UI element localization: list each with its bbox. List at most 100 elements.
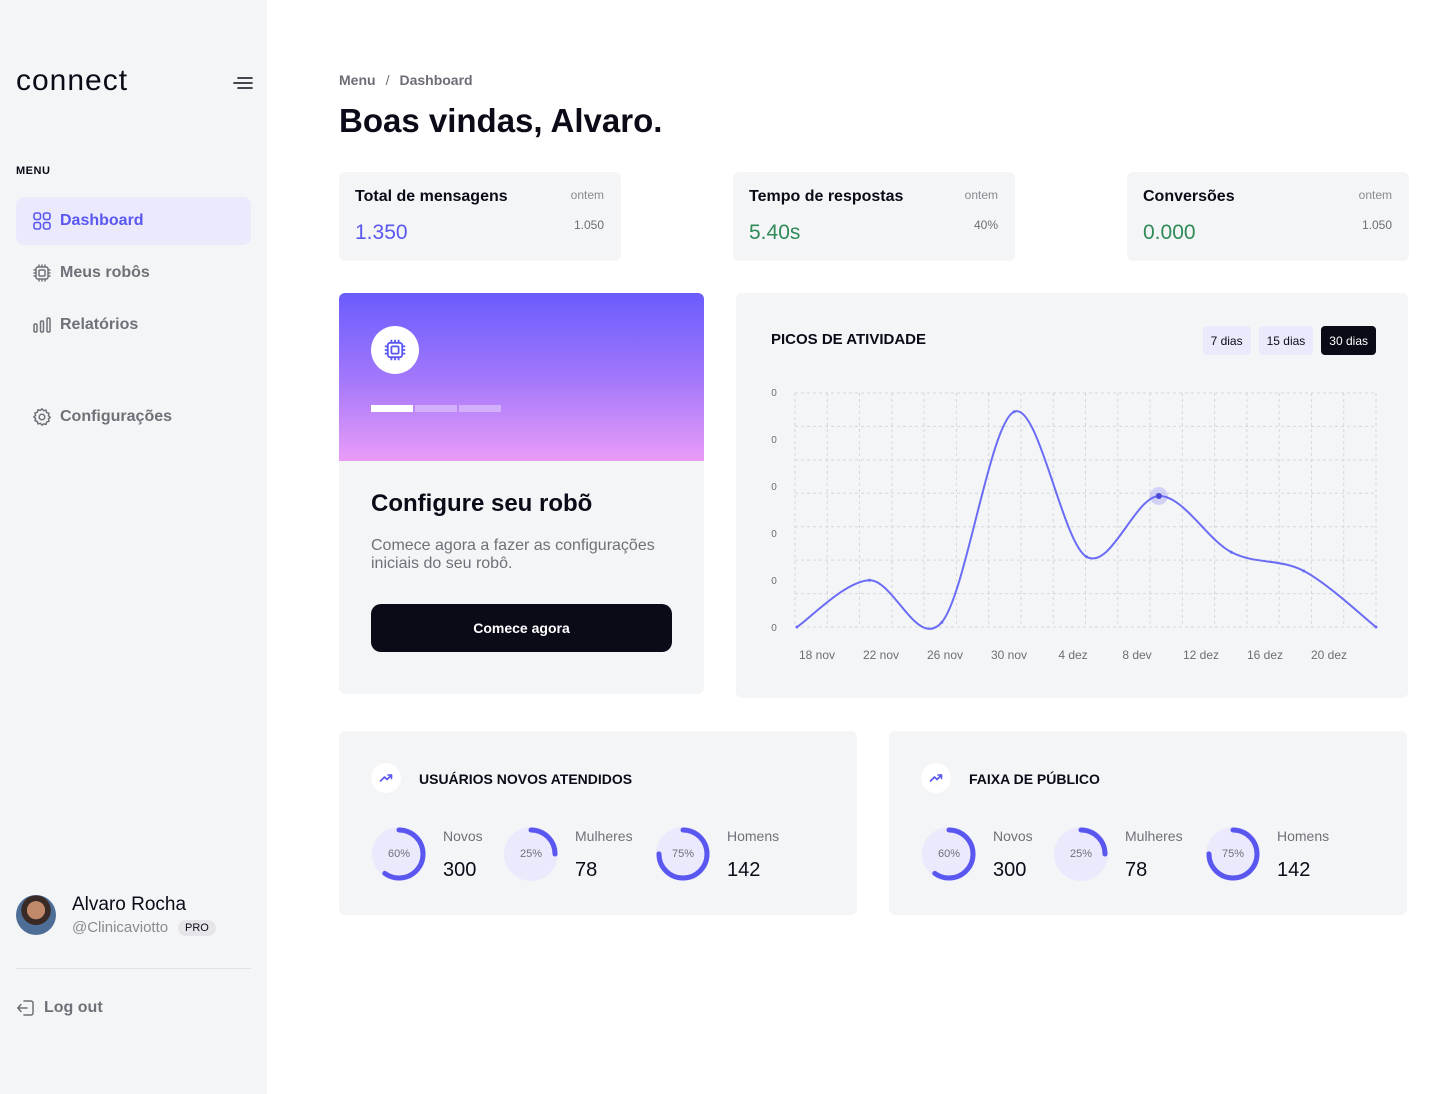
x-tick-label: 12 dez bbox=[1183, 648, 1219, 662]
page-title: Boas vindas, Alvaro. bbox=[339, 102, 663, 139]
breadcrumb-root[interactable]: Menu bbox=[339, 72, 376, 88]
stat-prev-label: ontem bbox=[570, 188, 604, 202]
sidebar-item-label: Relatórios bbox=[60, 316, 139, 333]
sidebar-item-dashboard[interactable]: Dashboard bbox=[16, 197, 251, 245]
user-name: Alvaro Rocha bbox=[72, 894, 187, 915]
sidebar: connect MENU Dashboard Meus robôs Relató… bbox=[0, 0, 267, 1094]
stat-label: Total de mensagens bbox=[355, 188, 508, 205]
logo: connect bbox=[16, 64, 129, 97]
stat-card-messages: Total de mensagens ontem 1.050 1.350 bbox=[339, 172, 621, 261]
data-point bbox=[1085, 555, 1088, 559]
chip-icon bbox=[33, 264, 51, 282]
card-title: FAIXA DE PÚBLICO bbox=[969, 771, 1100, 787]
grid-icon bbox=[33, 212, 51, 230]
donut-percent: 25% bbox=[519, 848, 543, 860]
stat-prev-value: 1.050 bbox=[573, 218, 604, 232]
stat-prev-value: 40% bbox=[973, 218, 998, 232]
activity-series-line bbox=[796, 410, 1377, 630]
data-point bbox=[940, 620, 944, 624]
trend-up-icon bbox=[921, 763, 951, 793]
activity-line-chart: 0 0 0 0 0 0 18 nov 22 nov 26 nov 30 nov 4 dez 8 dev… bbox=[771, 388, 1378, 662]
metric-value: 300 bbox=[443, 859, 477, 881]
card-usuarios-novos: USUÁRIOS NOVOS ATENDIDOS 60% Novos 300 25% M… bbox=[339, 731, 857, 915]
stat-prev-label: ontem bbox=[964, 188, 998, 202]
robot-card-title: Configure seu robõ bbox=[371, 490, 593, 517]
x-tick-label: 20 dez bbox=[1311, 648, 1347, 662]
chip-icon bbox=[384, 339, 406, 361]
stat-prev-value: 1.050 bbox=[1361, 218, 1392, 232]
donut-percent: 60% bbox=[937, 848, 961, 860]
metric-label: Homens bbox=[727, 828, 780, 844]
trend-up-icon bbox=[371, 763, 401, 793]
metric-value: 142 bbox=[727, 859, 761, 881]
x-tick-label: 26 nov bbox=[927, 648, 963, 662]
stat-label: Tempo de respostas bbox=[749, 188, 904, 205]
gear-icon bbox=[33, 408, 51, 426]
metric-label: Mulheres bbox=[575, 828, 633, 844]
breadcrumb: Menu / Dashboard bbox=[339, 72, 473, 88]
stat-value: 1.350 bbox=[355, 221, 408, 244]
setup-progress-bar bbox=[371, 405, 501, 412]
stat-value: 5.40s bbox=[749, 221, 801, 244]
metric-novos: 60% Novos 300 bbox=[921, 826, 1071, 886]
sidebar-item-label: Dashboard bbox=[60, 212, 144, 229]
stat-card-conversions: Conversões ontem 1.050 0.000 bbox=[1127, 172, 1409, 261]
y-tick-label: 0 bbox=[771, 623, 777, 634]
logout-button[interactable]: Log out bbox=[16, 998, 103, 1018]
y-tick-label: 0 bbox=[771, 482, 777, 493]
logout-icon bbox=[17, 1000, 34, 1016]
x-tick-label: 16 dez bbox=[1247, 648, 1283, 662]
card-title: USUÁRIOS NOVOS ATENDIDOS bbox=[419, 771, 633, 787]
highlight-point bbox=[1155, 492, 1162, 499]
breadcrumb-separator: / bbox=[385, 72, 390, 88]
y-tick-label: 0 bbox=[771, 435, 777, 446]
user-profile[interactable]: Alvaro Rocha @Clinicaviotto PRO bbox=[16, 894, 256, 938]
donut-percent: 25% bbox=[1069, 848, 1093, 860]
donut-percent: 75% bbox=[671, 848, 695, 860]
x-tick-label: 22 nov bbox=[863, 648, 899, 662]
donut-percent: 75% bbox=[1221, 848, 1245, 860]
metric-homens: 75% Homens 142 bbox=[655, 826, 805, 886]
progress-segment bbox=[415, 405, 457, 412]
x-tick-label: 30 nov bbox=[991, 648, 1027, 662]
bar-chart-icon bbox=[33, 317, 51, 333]
donut-percent: 60% bbox=[387, 848, 411, 860]
sidebar-item-meus-robos[interactable]: Meus robôs bbox=[16, 249, 251, 297]
stat-value: 0.000 bbox=[1143, 221, 1196, 244]
data-point bbox=[867, 578, 871, 582]
progress-segment bbox=[459, 405, 501, 412]
y-tick-label: 0 bbox=[771, 388, 777, 399]
logout-label: Log out bbox=[44, 999, 103, 1016]
metric-label: Novos bbox=[443, 828, 483, 844]
app: connect MENU Dashboard Meus robôs Relató… bbox=[0, 0, 1440, 1094]
metric-value: 78 bbox=[575, 859, 598, 881]
sidebar-item-label: Configurações bbox=[60, 408, 173, 425]
activity-chart-card: PICOS DE ATIVIDADE 7 dias 15 dias 30 dia… bbox=[736, 293, 1408, 698]
pro-badge: PRO bbox=[178, 920, 216, 936]
metric-label: Mulheres bbox=[1125, 828, 1183, 844]
x-tick-label: 8 dev bbox=[1122, 648, 1151, 662]
data-point bbox=[795, 625, 799, 629]
metric-value: 78 bbox=[1125, 859, 1148, 881]
breadcrumb-current: Dashboard bbox=[399, 72, 473, 88]
avatar bbox=[16, 895, 56, 935]
metric-mulheres: 25% Mulheres 78 bbox=[503, 826, 653, 886]
card-faixa-publico: FAIXA DE PÚBLICO 60% Novos 300 25% Mulheres 7… bbox=[889, 731, 1407, 915]
sidebar-item-relatorios[interactable]: Relatórios bbox=[16, 301, 251, 349]
robot-setup-card: Configure seu robõ Comece agora a fazer … bbox=[339, 293, 704, 694]
user-handle: @Clinicaviotto bbox=[72, 919, 169, 936]
sidebar-divider bbox=[16, 968, 251, 969]
progress-segment bbox=[371, 405, 413, 412]
metric-label: Homens bbox=[1277, 828, 1330, 844]
metric-homens: 75% Homens 142 bbox=[1205, 826, 1355, 886]
data-point bbox=[1302, 569, 1306, 573]
stat-card-response-time: Tempo de respostas ontem 40% 5.40s bbox=[733, 172, 1015, 261]
robot-icon-badge bbox=[371, 326, 419, 374]
menu-section-label: MENU bbox=[16, 165, 51, 177]
y-tick-label: 0 bbox=[771, 576, 777, 587]
menu-toggle-icon[interactable] bbox=[233, 74, 253, 92]
sidebar-item-configuracoes[interactable]: Configurações bbox=[16, 393, 251, 441]
stat-label: Conversões bbox=[1143, 188, 1235, 205]
start-now-button[interactable]: Comece agora bbox=[371, 604, 672, 652]
robot-card-description: Comece agora a fazer as configurações in… bbox=[371, 537, 655, 572]
